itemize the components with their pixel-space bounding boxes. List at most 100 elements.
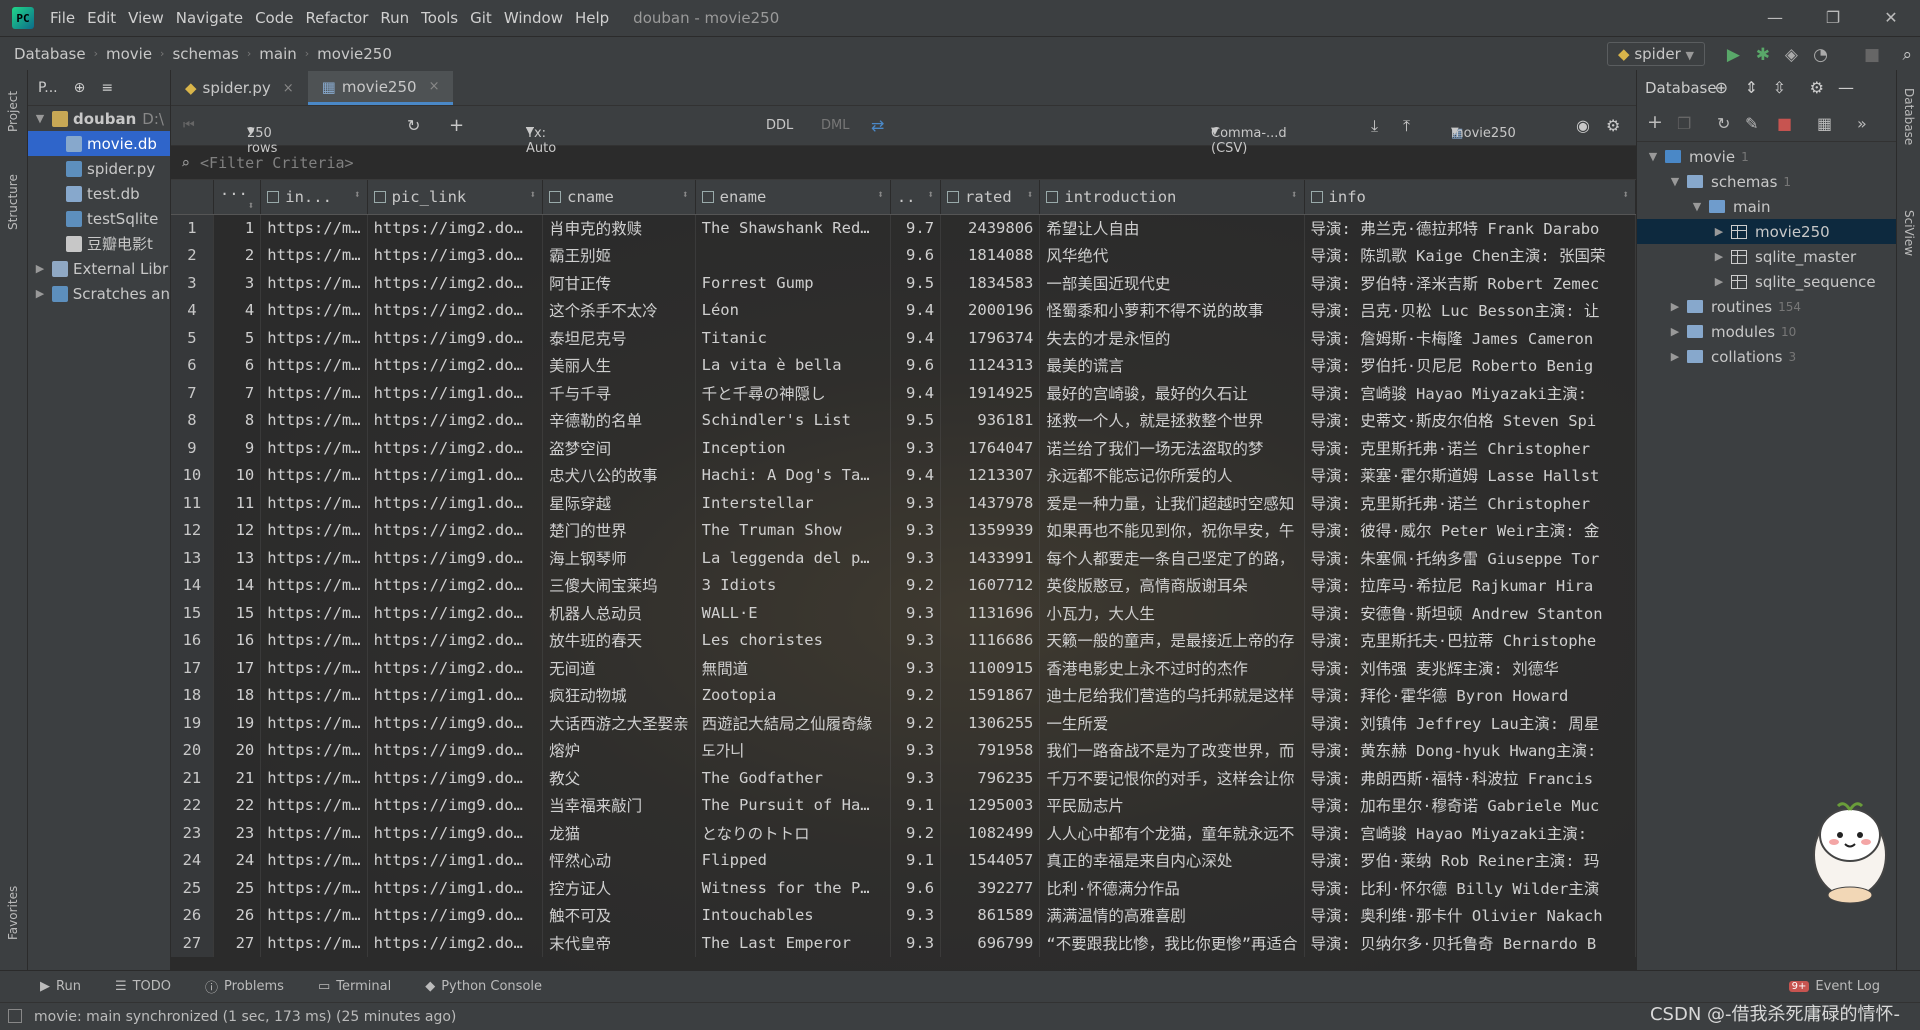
problems-tool-button[interactable]: ⓘ Problems xyxy=(205,977,284,996)
filter-input[interactable]: <Filter Criteria> xyxy=(200,154,354,172)
table-cell[interactable]: https://m… xyxy=(260,406,368,434)
table-row[interactable]: 22 22 https://m… https://img9.do… 当幸福来敲门 The … xyxy=(171,791,1636,819)
table-cell[interactable]: https://m… xyxy=(260,681,368,709)
table-cell[interactable]: 1359939 xyxy=(940,516,1041,544)
table-cell[interactable]: 导演: 奥利维·那卡什 Olivier Nakach xyxy=(1304,901,1636,929)
table-cell[interactable]: 6 xyxy=(213,351,262,379)
table-cell[interactable]: https://img1.do… xyxy=(367,379,544,407)
table-cell[interactable]: https://m… xyxy=(260,351,368,379)
row-number[interactable]: 22 xyxy=(171,791,214,819)
table-cell[interactable]: 1814088 xyxy=(940,241,1041,269)
table-cell[interactable]: https://m… xyxy=(260,269,368,297)
table-cell[interactable]: 9.5 xyxy=(890,269,942,297)
chevron-right-icon[interactable]: ▶ xyxy=(32,262,48,275)
table-cell[interactable]: https://img9.do… xyxy=(367,544,544,572)
stop-icon[interactable]: ■ xyxy=(1864,45,1880,65)
table-cell[interactable]: https://m… xyxy=(260,901,368,929)
table-cell[interactable]: 9.3 xyxy=(890,516,942,544)
row-number[interactable]: 15 xyxy=(171,599,214,627)
first-page-icon[interactable]: ⏮ xyxy=(183,118,195,133)
structure-tool-tab[interactable]: Structure xyxy=(6,174,20,230)
table-cell[interactable]: https://img2.do… xyxy=(367,351,544,379)
table-cell[interactable]: 13 xyxy=(213,544,262,572)
row-number[interactable]: 19 xyxy=(171,709,214,737)
chevron-right-icon[interactable]: ▶ xyxy=(32,287,48,300)
menu-item-git[interactable]: Git xyxy=(464,9,498,27)
table-cell[interactable]: 一生所爱 xyxy=(1039,709,1305,737)
table-cell[interactable]: 9.3 xyxy=(890,901,942,929)
download-icon[interactable]: ⤓ xyxy=(1371,116,1378,136)
table-cell[interactable]: 一部美国近现代史 xyxy=(1039,269,1305,297)
table-row[interactable]: 24 24 https://m… https://img1.do… 怦然心动 Flippe… xyxy=(171,846,1636,874)
table-cell[interactable]: Inception xyxy=(695,434,891,462)
event-log-tool-button[interactable]: 9+ Event Log xyxy=(1788,979,1880,994)
table-cell[interactable]: https://m… xyxy=(260,791,368,819)
row-number[interactable]: 25 xyxy=(171,874,214,902)
table-cell[interactable]: Intouchables xyxy=(695,901,891,929)
project-tree-item[interactable]: ▶ External Libr xyxy=(28,256,170,281)
table-cell[interactable]: 9.6 xyxy=(890,241,942,269)
table-cell[interactable]: 千万不要记恨你的对手，这样会让你 xyxy=(1039,764,1305,792)
chevron-right-icon[interactable]: ▶ xyxy=(1711,225,1727,238)
table-cell[interactable]: 9.2 xyxy=(890,709,942,737)
table-cell[interactable]: 21 xyxy=(213,764,262,792)
dml-button[interactable]: DML xyxy=(821,118,849,133)
table-cell[interactable]: 19 xyxy=(213,709,262,737)
menu-item-refactor[interactable]: Refactor xyxy=(299,9,374,27)
table-cell[interactable]: https://img2.do… xyxy=(367,929,544,957)
table-row[interactable]: 13 13 https://m… https://img9.do… 海上钢琴师 La le… xyxy=(171,544,1636,572)
table-row[interactable]: 12 12 https://m… https://img2.do… 楚门的世界 The T… xyxy=(171,516,1636,544)
table-cell[interactable]: 导演: 克里斯托弗·诺兰 Christopher xyxy=(1304,489,1636,517)
table-cell[interactable]: 比利·怀德满分作品 xyxy=(1039,874,1305,902)
table-cell[interactable]: 龙猫 xyxy=(542,819,696,847)
table-cell[interactable]: 导演: 莱塞·霍尔斯道姆 Lasse Hallst xyxy=(1304,461,1636,489)
table-cell[interactable]: 7 xyxy=(213,379,262,407)
row-number[interactable]: 6 xyxy=(171,351,214,379)
table-cell[interactable]: 도가니 xyxy=(695,736,891,764)
table-cell[interactable]: 疯狂动物城 xyxy=(542,681,696,709)
table-cell[interactable]: 9.3 xyxy=(890,544,942,572)
table-cell[interactable]: 最好的宫崎骏，最好的久石让 xyxy=(1039,379,1305,407)
table-cell[interactable]: 25 xyxy=(213,874,262,902)
table-cell[interactable]: https://img2.do… xyxy=(367,214,544,242)
minimize-icon[interactable]: — xyxy=(1746,0,1804,36)
row-number[interactable]: 27 xyxy=(171,929,214,957)
add-row-icon[interactable]: + xyxy=(449,115,464,136)
table-cell[interactable]: 导演: 罗伯特·泽米吉斯 Robert Zemec xyxy=(1304,269,1636,297)
database-tree-item[interactable]: ▶ modules 10 xyxy=(1637,319,1896,344)
table-cell[interactable]: 10 xyxy=(213,461,262,489)
table-row[interactable]: 8 8 https://m… https://img2.do… 辛德勒的名单 Schind… xyxy=(171,406,1636,434)
row-number[interactable]: 5 xyxy=(171,324,214,352)
database-tree-item[interactable]: ▶ movie250 xyxy=(1637,219,1896,244)
todo-tool-button[interactable]: ☰ TODO xyxy=(115,979,171,994)
table-cell[interactable]: 怦然心动 xyxy=(542,846,696,874)
table-cell[interactable]: 小瓦力，大人生 xyxy=(1039,599,1305,627)
table-cell[interactable]: 导演: 刘镇伟 Jeffrey Lau主演: 周星 xyxy=(1304,709,1636,737)
table-cell[interactable]: 导演: 克里斯托夫·巴拉蒂 Christophe xyxy=(1304,626,1636,654)
table-cell[interactable]: 诺兰给了我们一场无法盗取的梦 xyxy=(1039,434,1305,462)
expand-all-icon[interactable]: ⇕ xyxy=(1745,78,1758,97)
table-cell[interactable]: となりのトトロ xyxy=(695,819,891,847)
collapse-all-icon[interactable]: ⇳ xyxy=(1773,78,1786,97)
menu-item-navigate[interactable]: Navigate xyxy=(170,9,249,27)
table-cell[interactable]: 导演: 拉库马·希拉尼 Rajkumar Hira xyxy=(1304,571,1636,599)
collapse-icon[interactable]: ≡ xyxy=(101,80,113,96)
table-cell[interactable]: 当幸福来敲门 xyxy=(542,791,696,819)
table-cell[interactable]: 教父 xyxy=(542,764,696,792)
filter-bar[interactable]: ⌕ <Filter Criteria> xyxy=(171,146,1636,180)
table-cell[interactable]: 导演: 彼得·威尔 Peter Weir主演: 金 xyxy=(1304,516,1636,544)
database-tool-tab[interactable]: Database xyxy=(1902,88,1916,145)
chevron-down-icon[interactable]: ▼ xyxy=(1645,150,1661,163)
table-cell[interactable]: https://m… xyxy=(260,214,368,242)
menu-item-window[interactable]: Window xyxy=(498,9,569,27)
breadcrumb-item[interactable]: main xyxy=(251,45,304,63)
table-cell[interactable]: 9.4 xyxy=(890,324,942,352)
table-cell[interactable]: 1124313 xyxy=(940,351,1041,379)
table-cell[interactable]: 9.3 xyxy=(890,654,942,682)
table-row[interactable]: 5 5 https://m… https://img9.do… 泰坦尼克号 Titanic… xyxy=(171,324,1636,352)
table-cell[interactable]: 9.3 xyxy=(890,626,942,654)
table-cell[interactable]: 导演: 陈凯歌 Kaige Chen主演: 张国荣 xyxy=(1304,241,1636,269)
table-cell[interactable]: https://img9.do… xyxy=(367,901,544,929)
table-cell[interactable]: 1834583 xyxy=(940,269,1041,297)
table-cell[interactable]: Interstellar xyxy=(695,489,891,517)
